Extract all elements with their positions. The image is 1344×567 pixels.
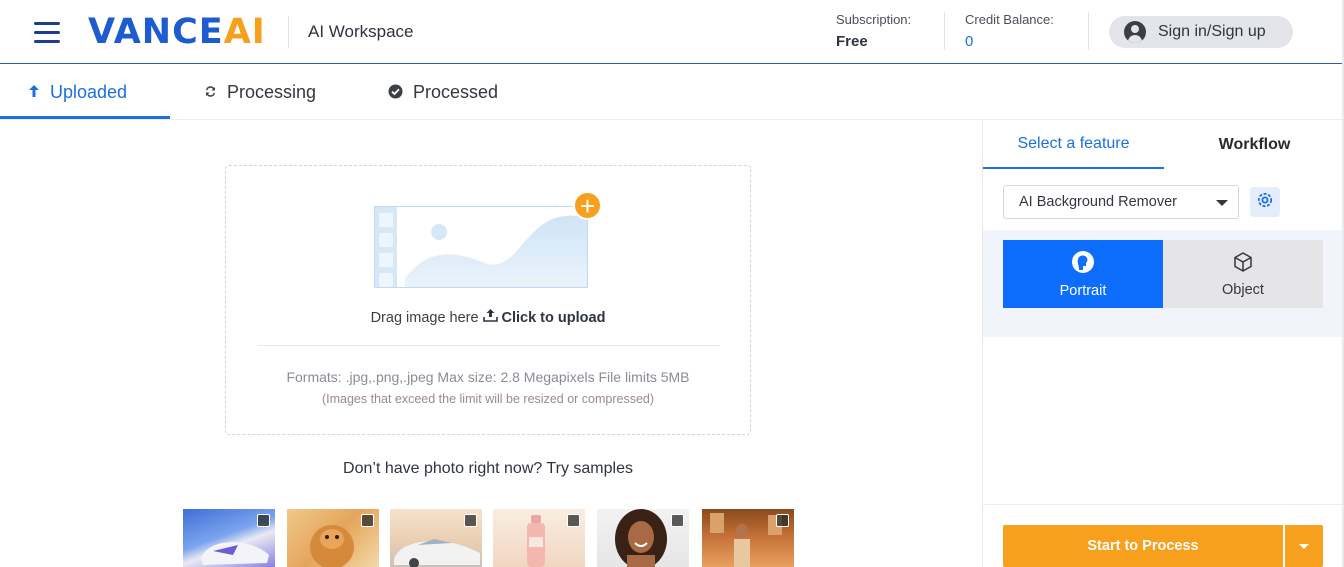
vanceai-logo[interactable]: VANCEAI [88, 12, 266, 52]
feature-select-value: AI Background Remover [1019, 194, 1177, 210]
sample-image-car[interactable] [390, 509, 482, 567]
samples-title: Don’t have photo right now? Try samples [343, 460, 633, 477]
refresh-icon [204, 85, 217, 101]
sample-image-man[interactable] [702, 509, 794, 567]
header-divider [944, 12, 945, 50]
sample-checkbox[interactable] [361, 514, 374, 527]
upload-dropzone[interactable]: + Drag image here Click to upload Format… [225, 165, 751, 435]
sample-checkbox[interactable] [257, 514, 270, 527]
chevron-down-icon [1216, 200, 1228, 206]
portrait-icon [1071, 250, 1095, 278]
credit-value: 0 [965, 33, 974, 50]
sample-image-sneakers[interactable] [183, 509, 275, 567]
tab-label: Processing [227, 82, 317, 102]
upload-arrow-icon [28, 84, 40, 101]
top-header: VANCEAI AI Workspace Subscription: Free … [0, 0, 1344, 64]
signin-button[interactable]: Sign in/Sign up [1109, 16, 1293, 48]
settings-button[interactable] [1250, 187, 1280, 217]
tab-label: Uploaded [50, 82, 128, 102]
active-tab-indicator [0, 116, 170, 119]
divider [983, 504, 1344, 505]
user-avatar-icon [1124, 21, 1146, 43]
sample-image-puppy[interactable] [287, 509, 379, 567]
tab-workflow[interactable]: Workflow [1164, 120, 1344, 169]
sample-checkbox[interactable] [567, 514, 580, 527]
subscription-label: Subscription: [836, 12, 912, 27]
feature-panel: Select a feature Workflow AI Background … [982, 120, 1344, 567]
tab-select-feature[interactable]: Select a feature [983, 120, 1164, 169]
upload-icon [482, 309, 502, 325]
signin-label: Sign in/Sign up [1158, 23, 1266, 40]
click-to-upload-link[interactable]: Click to upload [502, 310, 606, 326]
sample-image-woman[interactable] [597, 509, 689, 567]
sample-checkbox[interactable] [464, 514, 477, 527]
mode-label: Portrait [1059, 282, 1107, 299]
mode-portrait[interactable]: Portrait [1003, 240, 1163, 308]
header-divider [288, 16, 289, 48]
header-divider [1088, 12, 1089, 50]
tab-processed[interactable]: Processed [388, 65, 498, 120]
divider [258, 345, 720, 346]
process-options-dropdown[interactable] [1285, 525, 1323, 567]
sample-image-bottle[interactable] [493, 509, 585, 567]
menu-icon[interactable] [34, 22, 60, 44]
drag-instruction: Drag image here Click to upload [370, 309, 606, 326]
sample-checkbox[interactable] [776, 514, 789, 527]
add-image-button[interactable]: + [573, 191, 602, 220]
tab-uploaded[interactable]: Uploaded [28, 65, 127, 120]
tab-label: Processed [413, 82, 499, 102]
check-circle-icon [388, 84, 403, 102]
gear-icon [1255, 190, 1275, 215]
feature-select[interactable]: AI Background Remover [1003, 185, 1239, 219]
formats-text: Formats: .jpg,.png,.jpeg Max size: 2.8 M… [286, 369, 690, 385]
mode-label: Object [1222, 281, 1264, 298]
subscription-value: Free [836, 33, 868, 50]
tab-processing[interactable]: Processing [204, 65, 316, 120]
workspace-title: AI Workspace [308, 22, 414, 41]
image-placeholder-icon [374, 206, 588, 288]
status-tabs: Uploaded Processing Processed [0, 65, 1344, 120]
sample-checkbox[interactable] [671, 514, 684, 527]
start-process-button[interactable]: Start to Process [1003, 525, 1283, 567]
mode-selector: Portrait Object [983, 230, 1344, 337]
cube-icon [1232, 251, 1254, 277]
mode-object[interactable]: Object [1163, 240, 1323, 308]
formats-note: (Images that exceed the limit will be re… [321, 392, 655, 406]
credit-label: Credit Balance: [965, 12, 1054, 27]
